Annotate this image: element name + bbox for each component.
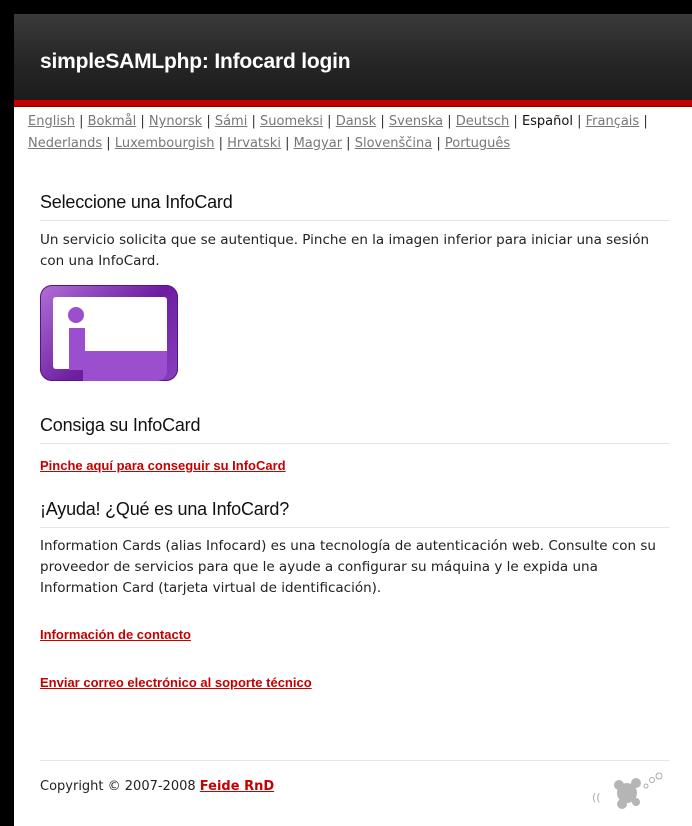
get-card-heading: Consiga su InfoCard bbox=[40, 415, 670, 444]
language-link[interactable]: Suomeksi bbox=[260, 114, 323, 129]
header-accent-bar bbox=[14, 100, 692, 107]
language-separator: | bbox=[247, 114, 260, 129]
language-link[interactable]: Sámi bbox=[215, 114, 248, 129]
infocard-icon-base bbox=[83, 351, 167, 381]
language-link[interactable]: Nynorsk bbox=[149, 114, 202, 129]
language-separator: | bbox=[432, 136, 445, 151]
infocard-icon[interactable] bbox=[40, 285, 178, 381]
language-separator: | bbox=[102, 136, 115, 151]
feide-rnd-link[interactable]: Feide RnD bbox=[200, 779, 274, 794]
language-link[interactable]: English bbox=[28, 114, 75, 129]
simplesamlphp-logo: (( bbox=[592, 772, 663, 809]
copyright-text: Copyright © 2007-2008 bbox=[40, 779, 196, 794]
language-separator: | bbox=[342, 136, 355, 151]
language-link[interactable]: Magyar bbox=[294, 136, 342, 151]
language-link[interactable]: Français bbox=[586, 114, 640, 129]
language-link[interactable]: Svenska bbox=[389, 114, 443, 129]
language-separator: | bbox=[323, 114, 336, 129]
support-email-link[interactable]: Enviar correo electrónico al soporte téc… bbox=[40, 675, 312, 690]
contact-link[interactable]: Información de contacto bbox=[40, 627, 191, 642]
help-text: Information Cards (alias Infocard) es un… bbox=[40, 538, 656, 596]
language-link[interactable]: Bokmål bbox=[88, 114, 137, 129]
language-link[interactable]: Slovenščina bbox=[355, 136, 433, 151]
language-separator: | bbox=[639, 114, 648, 129]
language-separator: | bbox=[509, 114, 522, 129]
language-separator: | bbox=[74, 114, 88, 129]
select-heading: Seleccione una InfoCard bbox=[40, 192, 670, 221]
footer: Copyright © 2007-2008 Feide RnD (( bbox=[40, 760, 670, 809]
main-content: Seleccione una InfoCard Un servicio soli… bbox=[40, 192, 670, 691]
language-separator: | bbox=[376, 114, 389, 129]
language-separator: | bbox=[214, 136, 228, 151]
header: simpleSAMLphp: Infocard login bbox=[14, 14, 692, 100]
help-heading: ¡Ayuda! ¿Qué es una InfoCard? bbox=[40, 499, 670, 528]
language-link[interactable]: Hrvatski bbox=[227, 136, 281, 151]
language-separator: | bbox=[572, 114, 586, 129]
language-separator: | bbox=[443, 114, 456, 129]
get-infocard-link[interactable]: Pinche aquí para conseguir su InfoCard bbox=[40, 458, 286, 473]
language-bar: English | Bokmål | Nynorsk | Sámi | Suom… bbox=[14, 107, 668, 155]
language-separator: | bbox=[136, 114, 149, 129]
page: simpleSAMLphp: Infocard login English | … bbox=[14, 14, 692, 826]
language-link[interactable]: Português bbox=[445, 136, 510, 151]
language-link: Español bbox=[521, 114, 573, 129]
infocard-icon-dot bbox=[68, 307, 84, 323]
language-link[interactable]: Deutsch bbox=[456, 114, 510, 129]
select-text: Un servicio solicita que se autentique. … bbox=[40, 232, 650, 269]
language-separator: | bbox=[202, 114, 215, 129]
svg-text:((: (( bbox=[592, 791, 601, 804]
language-link[interactable]: Nederlands bbox=[28, 136, 102, 151]
language-link[interactable]: Luxembourgish bbox=[115, 136, 215, 151]
language-separator: | bbox=[280, 136, 294, 151]
language-link[interactable]: Dansk bbox=[336, 114, 377, 129]
page-title: simpleSAMLphp: Infocard login bbox=[40, 50, 351, 73]
